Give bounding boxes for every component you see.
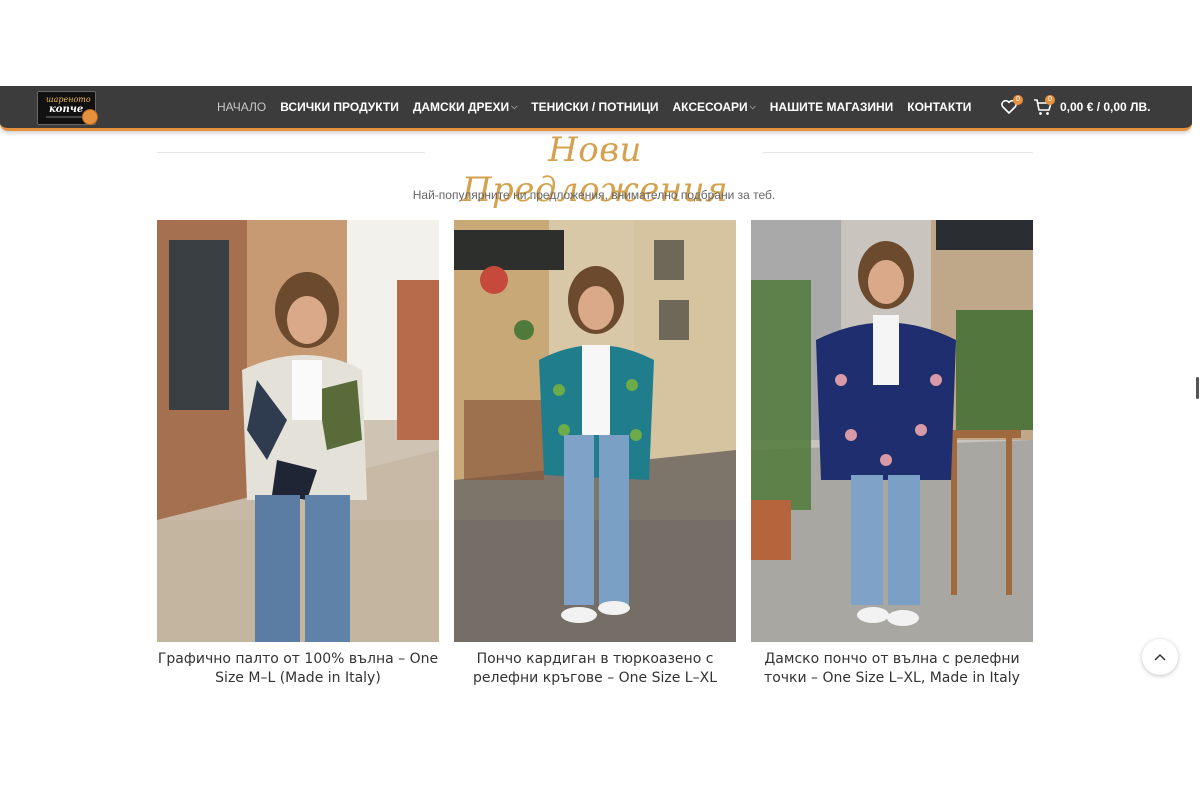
nav-item-womens-clothing[interactable]: ДАМСКИ ДРЕХИ ⌵	[413, 100, 517, 114]
site-logo[interactable]: шареното копче	[37, 91, 98, 125]
nav-item-label: ТЕНИСКИ / ПОТНИЦИ	[531, 100, 659, 114]
scrollbar-thumb[interactable]	[1196, 377, 1199, 399]
nav-item-label: НАШИТЕ МАГАЗИНИ	[769, 100, 894, 114]
nav-item-label: НАЧАЛО	[217, 100, 267, 114]
section-subtitle: Най-популярните ни предложения, внимател…	[412, 188, 776, 202]
chevron-down-icon: ⌵	[749, 102, 756, 111]
nav-item-label: ДАМСКИ ДРЕХИ	[412, 100, 510, 114]
site-header: шареното копче НАЧАЛО ВСИЧКИ ПРОДУКТИ ДА…	[0, 86, 1192, 131]
heading-divider-left	[157, 152, 425, 153]
nav-item-accessories[interactable]: АКСЕСОАРИ ⌵	[672, 100, 755, 114]
product-photo-turquoise-poncho	[454, 220, 736, 642]
chevron-down-icon: ⌵	[511, 102, 518, 111]
page-viewport: шареното копче НАЧАЛО ВСИЧКИ ПРОДУКТИ ДА…	[0, 86, 1192, 686]
nav-item-label: ВСИЧКИ ПРОДУКТИ	[280, 100, 399, 114]
nav-item-contacts[interactable]: КОНТАКТИ	[907, 100, 971, 114]
product-card[interactable]: Графично палто от 100% вълна – One Size …	[157, 220, 439, 686]
product-image[interactable]	[157, 220, 439, 642]
product-image[interactable]	[751, 220, 1033, 642]
nav-item-tshirts[interactable]: ТЕНИСКИ / ПОТНИЦИ	[531, 100, 658, 114]
product-name[interactable]: Пончо кардиган в тюркоазено с релефни кр…	[454, 650, 736, 686]
cart-count-badge: 0	[1045, 95, 1055, 105]
scroll-to-top-button[interactable]	[1142, 639, 1178, 675]
logo-button-icon	[82, 109, 98, 125]
product-photo-graphic-coat	[157, 220, 439, 642]
product-card[interactable]: Дамско пончо от вълна с релефни точки – …	[751, 220, 1033, 686]
wishlist-count-badge: 0	[1013, 95, 1023, 105]
product-name[interactable]: Дамско пончо от вълна с релефни точки – …	[751, 650, 1033, 686]
product-image[interactable]	[454, 220, 736, 642]
logo-underline	[46, 116, 86, 118]
nav-item-all-products[interactable]: ВСИЧКИ ПРОДУКТИ	[280, 100, 399, 114]
cart-total[interactable]: 0,00 € / 0,00 ЛВ.	[1060, 100, 1150, 114]
nav-item-home[interactable]: НАЧАЛО	[217, 100, 266, 114]
chevron-up-icon	[1154, 653, 1166, 661]
nav-item-our-stores[interactable]: НАШИТЕ МАГАЗИНИ	[770, 100, 894, 114]
heading-divider-right	[763, 152, 1033, 153]
logo-text-top: шареното	[46, 95, 91, 104]
nav-item-label: КОНТАКТИ	[907, 100, 972, 114]
product-card[interactable]: Пончо кардиган в тюркоазено с релефни кр…	[454, 220, 736, 686]
logo-text-main: копче	[49, 104, 84, 115]
main-nav: НАЧАЛО ВСИЧКИ ПРОДУКТИ ДАМСКИ ДРЕХИ ⌵ ТЕН…	[217, 86, 985, 128]
nav-item-label: АКСЕСОАРИ	[672, 100, 748, 114]
product-name[interactable]: Графично палто от 100% вълна – One Size …	[157, 650, 439, 686]
product-photo-navy-poncho	[751, 220, 1033, 642]
